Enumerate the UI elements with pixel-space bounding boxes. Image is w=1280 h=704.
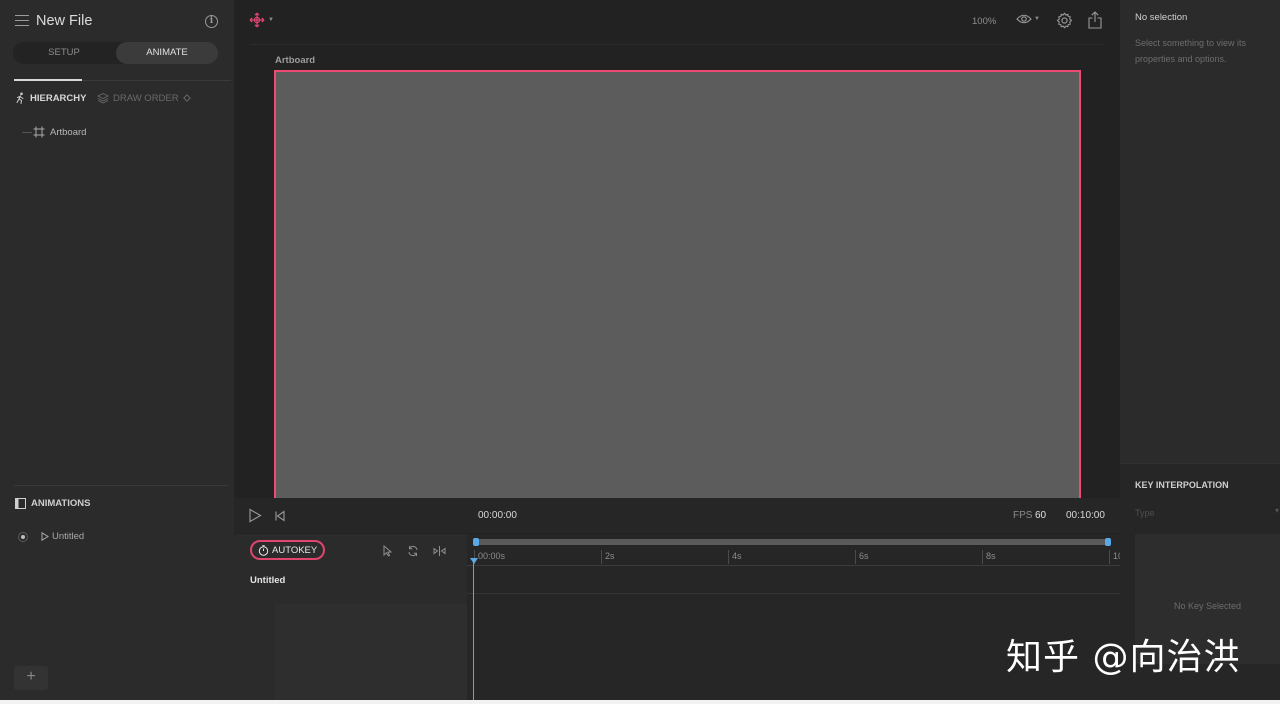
stage-area: ▼ 100% ▼ Artboard 00:00:00 FPS 60 00:10:… — [234, 0, 1123, 704]
layers-icon — [97, 92, 109, 104]
play-icon — [249, 508, 262, 523]
play-button[interactable] — [248, 508, 262, 528]
tab-draw-order[interactable]: DRAW ORDER — [97, 92, 191, 104]
current-time[interactable]: 00:00:00 — [478, 510, 517, 521]
playhead-handle[interactable] — [470, 558, 478, 564]
watermark: 知乎 @向治洪 — [1006, 637, 1241, 678]
mode-toggle: SETUP ANIMATE — [13, 42, 218, 64]
left-panel: New File i SETUP ANIMATE HIERARCHY DRAW … — [0, 0, 234, 704]
setup-mode-button[interactable]: SETUP — [13, 42, 115, 64]
select-mode-button[interactable] — [382, 544, 393, 562]
animations-header: ANIMATIONS — [15, 498, 90, 509]
scrollbar-start-handle[interactable] — [473, 538, 479, 546]
no-selection-hint: Select something to view its properties … — [1135, 38, 1247, 64]
stage-ruler-line — [250, 44, 1104, 45]
no-key-selected-text: No Key Selected — [1173, 601, 1242, 611]
timeline-toolbar: 00:00:00 FPS 60 00:10:00 — [234, 498, 1120, 534]
skip-to-start-icon — [275, 510, 285, 522]
track-list-area — [274, 604, 467, 704]
info-icon[interactable]: i — [205, 15, 218, 28]
tab-hierarchy[interactable]: HIERARCHY — [14, 92, 86, 104]
diamond-icon — [182, 94, 191, 102]
artboard-label: Artboard — [275, 55, 316, 66]
ping-pong-icon — [433, 546, 446, 556]
timeline-tracks-list: AUTOKEY Untitled — [234, 534, 467, 704]
hierarchy-item-label: Artboard — [50, 126, 87, 138]
chevron-down-icon: ▼ — [268, 17, 274, 23]
animate-mode-button[interactable]: ANIMATE — [116, 42, 218, 64]
ruler-tick: 8s — [982, 550, 996, 564]
key-interpolation-header: KEY INTERPOLATION — [1135, 480, 1229, 490]
duration-input[interactable]: 00:10:00 — [1066, 510, 1105, 521]
active-animation-radio[interactable] — [18, 531, 28, 542]
stopwatch-icon — [258, 544, 269, 556]
panel-icon — [15, 498, 26, 509]
file-title: New File — [36, 13, 93, 29]
ping-pong-mode-button[interactable] — [433, 544, 446, 562]
loop-icon — [408, 545, 418, 557]
autokey-button[interactable]: AUTOKEY — [250, 540, 326, 560]
hierarchy-item-artboard[interactable]: Artboard — [33, 126, 86, 138]
chevron-down-icon: ▾ — [1275, 506, 1280, 515]
chevron-down-icon: ▼ — [1034, 16, 1040, 22]
interpolation-type-select[interactable]: Type — [1135, 508, 1155, 518]
eye-icon — [1016, 14, 1032, 24]
timeline-animation-name: Untitled — [250, 575, 286, 586]
track-row-divider — [467, 593, 1120, 594]
ruler-tick: 00:00s — [474, 550, 505, 564]
artboard-canvas[interactable] — [274, 70, 1081, 498]
animations-header-label: ANIMATIONS — [31, 498, 91, 509]
ruler-tick: 6s — [855, 550, 869, 564]
move-arrows-icon — [249, 12, 265, 28]
playhead[interactable] — [473, 560, 474, 704]
settings-button[interactable] — [1056, 12, 1073, 34]
animation-name: Untitled — [52, 531, 85, 542]
zoom-level[interactable]: 100% — [972, 16, 996, 27]
tree-connector — [22, 132, 32, 133]
artboard-frame-icon — [33, 126, 45, 138]
play-outline-icon — [41, 532, 49, 541]
timeline-panel: 00:00:00 FPS 60 00:10:00 AUTOKEY Untitle… — [234, 498, 1123, 704]
tab-hierarchy-label: HIERARCHY — [30, 92, 87, 104]
timeline-scrollbar[interactable] — [473, 538, 1111, 546]
add-animation-button[interactable]: + — [14, 666, 48, 690]
no-selection-title: No selection — [1135, 12, 1188, 23]
fps-input[interactable]: 60 — [1035, 510, 1046, 521]
tab-draw-order-label: DRAW ORDER — [113, 92, 179, 104]
transform-tool-button[interactable]: ▼ — [249, 12, 274, 28]
ruler-tick: 2s — [601, 550, 615, 564]
cursor-icon — [383, 544, 393, 557]
visibility-button[interactable]: ▼ — [1016, 13, 1040, 25]
fps-label: FPS — [1013, 510, 1033, 521]
running-figure-icon — [16, 92, 24, 104]
ruler-tick: 4s — [728, 550, 742, 564]
animation-list-item[interactable]: Untitled — [18, 531, 84, 542]
share-icon — [1088, 11, 1102, 29]
loop-mode-button[interactable] — [407, 544, 419, 562]
bottom-strip — [0, 700, 1280, 704]
divider — [14, 485, 228, 486]
time-ruler[interactable]: 00:00s 2s 4s 6s 8s 10 — [467, 548, 1123, 566]
export-button[interactable] — [1088, 11, 1102, 34]
hamburger-menu-icon[interactable] — [15, 15, 29, 27]
gear-icon — [1056, 12, 1073, 29]
scrollbar-end-handle[interactable] — [1105, 538, 1111, 546]
rewind-button[interactable] — [274, 509, 286, 527]
inspector-panel: No selection Select something to view it… — [1120, 0, 1280, 704]
active-tab-indicator — [14, 79, 82, 81]
autokey-label: AUTOKEY — [272, 544, 318, 556]
